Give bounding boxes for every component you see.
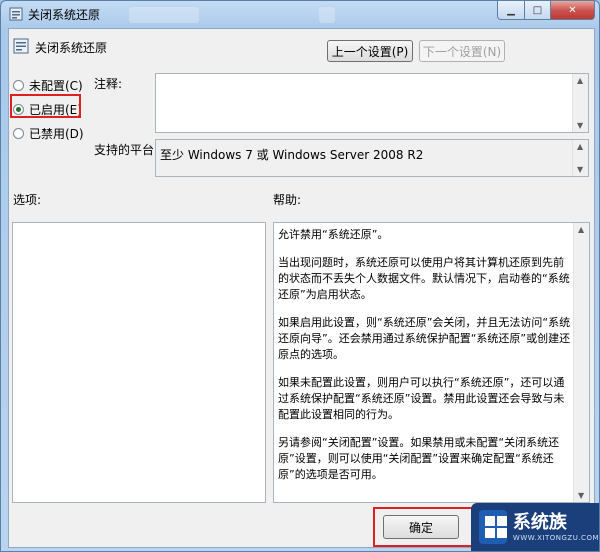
title-bar[interactable]: 关闭系统还原 ▁ □ ✕ [1, 1, 599, 27]
options-label: 选项: [13, 193, 42, 207]
close-icon: ✕ [568, 4, 577, 16]
help-pane: 允许禁用“系统还原”。 当出现问题时，系统还原可以使用户将其计算机还原到先前的状… [273, 222, 590, 503]
background-tab [319, 7, 335, 23]
radio-indicator [13, 80, 24, 91]
options-pane [12, 222, 266, 503]
scroll-up-icon[interactable]: ▲ [578, 225, 584, 234]
previous-setting-button[interactable]: 上一个设置(P) [327, 40, 413, 62]
radio-indicator [13, 128, 24, 139]
radio-label: 未配置(C) [29, 79, 83, 93]
radio-label: 已禁用(D) [29, 127, 84, 141]
policy-icon [9, 7, 23, 21]
radio-not-configured[interactable]: 未配置(C) [13, 77, 83, 94]
caption-buttons: ▁ □ ✕ [497, 1, 595, 20]
minimize-button[interactable]: ▁ [497, 1, 525, 20]
platform-label: 支持的平台: [94, 143, 159, 157]
comment-label: 注释: [94, 77, 123, 91]
watermark-url: WWW.XITONGZU.COM [512, 534, 599, 542]
maximize-button[interactable]: □ [525, 1, 551, 20]
dialog-body: 关闭系统还原 上一个设置(P) 下一个设置(N) 未配置(C) 已启用(E) 已… [8, 28, 595, 548]
window-title: 关闭系统还原 [28, 8, 101, 22]
scroll-up-icon[interactable]: ▲ [577, 142, 583, 151]
help-label: 帮助: [273, 193, 302, 207]
help-scrollbar[interactable]: ▲ ▼ [573, 223, 589, 502]
minimize-icon: ▁ [507, 4, 515, 16]
platform-field: 至少 Windows 7 或 Windows Server 2008 R2 ▲ … [155, 139, 589, 177]
comment-scrollbar[interactable]: ▲ ▼ [572, 74, 588, 132]
setting-title: 关闭系统还原 [35, 41, 108, 55]
scroll-down-icon[interactable]: ▼ [577, 121, 583, 130]
policy-icon [13, 38, 29, 54]
help-paragraph: 当出现问题时，系统还原可以使用户将其计算机还原到先前的状态而不丢失个人数据文件。… [278, 256, 570, 301]
close-button[interactable]: ✕ [551, 1, 595, 20]
help-paragraph: 允许禁用“系统还原”。 [278, 228, 389, 241]
help-paragraph: 如果启用此设置，则“系统还原”会关闭，并且无法访问“系统还原向导”。还会禁用通过… [278, 316, 571, 361]
maximize-icon: □ [532, 4, 543, 16]
comment-textarea[interactable]: ▲ ▼ [155, 73, 589, 133]
next-setting-button[interactable]: 下一个设置(N) [419, 40, 505, 62]
scroll-up-icon[interactable]: ▲ [577, 76, 583, 85]
highlight-box [373, 507, 473, 547]
scroll-down-icon[interactable]: ▼ [578, 491, 584, 500]
highlight-box [10, 94, 81, 118]
windows-logo-icon [479, 510, 507, 544]
platform-scrollbar[interactable]: ▲ ▼ [572, 140, 588, 176]
background-tab [129, 7, 199, 23]
help-paragraph: 如果未配置此设置，则用户可以执行“系统还原”，还可以通过系统保护配置“系统还原”… [278, 376, 565, 421]
watermark-brand: 系统族 [512, 512, 567, 533]
platform-value: 至少 Windows 7 或 Windows Server 2008 R2 [160, 148, 424, 162]
scroll-down-icon[interactable]: ▼ [577, 165, 583, 174]
window: 关闭系统还原 ▁ □ ✕ 关闭系统还原 上一个设置(P) 下一个设置(N) 未配… [0, 0, 600, 552]
help-text: 允许禁用“系统还原”。 当出现问题时，系统还原可以使用户将其计算机还原到先前的状… [278, 227, 574, 495]
help-paragraph: 另请参阅“关闭配置”设置。如果禁用或未配置“关闭系统还原”设置，则可以使用“关闭… [278, 436, 560, 481]
watermark-logo: 系统族 WWW.XITONGZU.COM [471, 503, 599, 551]
radio-disabled[interactable]: 已禁用(D) [13, 125, 84, 142]
